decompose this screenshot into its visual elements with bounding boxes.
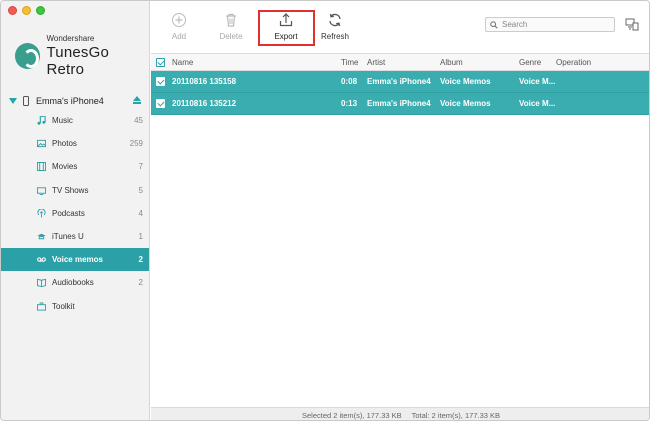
movies-icon xyxy=(37,162,46,172)
app-window: Wondershare TunesGo Retro Emma's iPhone4… xyxy=(0,0,650,421)
refresh-icon xyxy=(313,12,357,28)
device-mode-icon[interactable] xyxy=(625,17,639,31)
device-name: Emma's iPhone4 xyxy=(36,96,104,106)
sidebar-item-label: Voice memos xyxy=(52,255,103,265)
search-box[interactable] xyxy=(485,17,615,32)
table-row[interactable]: 20110816 135158 0:08 Emma's iPhone4 Voic… xyxy=(151,71,649,93)
add-label: Add xyxy=(171,32,187,41)
sidebar-item-label: iTunes U xyxy=(52,232,84,242)
column-header-artist[interactable]: Artist xyxy=(367,54,385,70)
column-header-time[interactable]: Time xyxy=(341,54,358,70)
sidebar-item-label: TV Shows xyxy=(52,185,89,195)
trash-icon xyxy=(209,12,253,28)
sidebar: Wondershare TunesGo Retro Emma's iPhone4… xyxy=(1,1,150,420)
sidebar-item-movies[interactable]: Movies 7 xyxy=(1,155,149,178)
status-total: Total: 2 item(s), 177.33 KB xyxy=(411,410,500,420)
sidebar-item-count: 259 xyxy=(129,139,143,149)
cell-album: Voice Memos xyxy=(440,77,491,86)
cell-time: 0:13 xyxy=(341,99,358,108)
column-header-name[interactable]: Name xyxy=(172,54,193,70)
export-highlight-box xyxy=(258,10,315,46)
zoom-window-button[interactable] xyxy=(36,6,45,15)
refresh-label: Refresh xyxy=(320,32,349,41)
column-header-operation[interactable]: Operation xyxy=(556,54,591,70)
sidebar-item-count: 4 xyxy=(138,208,143,218)
sidebar-nav: Music 45 Photos 259 Movies 7 TV Shows 5 … xyxy=(1,109,149,318)
device-header[interactable]: Emma's iPhone4 xyxy=(9,94,144,108)
sidebar-item-podcasts[interactable]: Podcasts 4 xyxy=(1,202,149,225)
sidebar-item-toolkit[interactable]: Toolkit xyxy=(1,295,149,318)
row-checkbox[interactable] xyxy=(156,99,165,108)
sidebar-item-count: 7 xyxy=(138,162,143,172)
toolbar: Add Delete Export Refresh xyxy=(151,1,649,53)
iphone-icon xyxy=(23,96,29,106)
delete-label: Delete xyxy=(219,32,243,41)
sidebar-item-label: Photos xyxy=(52,139,77,149)
close-window-button[interactable] xyxy=(8,6,17,15)
sidebar-item-label: Music xyxy=(52,116,73,126)
table-row[interactable]: 20110816 135212 0:13 Emma's iPhone4 Voic… xyxy=(151,93,649,115)
expand-triangle-icon[interactable] xyxy=(9,98,17,104)
refresh-button[interactable]: Refresh xyxy=(313,12,357,41)
podcast-icon xyxy=(37,208,46,218)
table-header: Name Time Artist Album Genre Operation xyxy=(151,53,649,71)
status-selected: Selected 2 item(s), 177.33 KB xyxy=(301,410,402,420)
add-icon xyxy=(157,12,201,28)
sidebar-item-music[interactable]: Music 45 xyxy=(1,109,149,132)
sidebar-item-count: 5 xyxy=(138,185,143,195)
sidebar-item-count: 2 xyxy=(138,278,143,288)
brand: Wondershare TunesGo Retro xyxy=(15,34,149,78)
sidebar-item-count: 1 xyxy=(138,232,143,242)
sidebar-item-photos[interactable]: Photos 259 xyxy=(1,132,149,155)
tunesgo-logo-icon xyxy=(15,43,41,69)
sidebar-item-itunes-u[interactable]: iTunes U 1 xyxy=(1,225,149,248)
sidebar-item-voice-memos[interactable]: Voice memos 2 xyxy=(1,248,149,272)
sidebar-item-count: 45 xyxy=(134,116,143,126)
tv-icon xyxy=(37,186,46,195)
search-input[interactable] xyxy=(502,20,612,29)
select-all-checkbox[interactable] xyxy=(156,57,165,67)
photos-icon xyxy=(37,139,46,148)
add-button[interactable]: Add xyxy=(157,12,201,41)
minimize-window-button[interactable] xyxy=(22,6,31,15)
cell-genre: Voice M... xyxy=(519,99,556,108)
cell-album: Voice Memos xyxy=(440,99,491,108)
toolkit-icon xyxy=(37,302,46,311)
cell-artist: Emma's iPhone4 xyxy=(367,77,431,86)
cell-name: 20110816 135158 xyxy=(172,77,237,86)
column-header-genre[interactable]: Genre xyxy=(519,54,541,70)
audiobook-icon xyxy=(37,278,46,288)
sidebar-item-tv-shows[interactable]: TV Shows 5 xyxy=(1,179,149,202)
itunes-u-icon xyxy=(37,232,46,241)
search-icon xyxy=(490,20,498,29)
row-checkbox[interactable] xyxy=(156,77,165,86)
cell-artist: Emma's iPhone4 xyxy=(367,99,431,108)
brand-product: TunesGo Retro xyxy=(46,44,110,78)
cell-time: 0:08 xyxy=(341,77,358,86)
sidebar-item-label: Movies xyxy=(52,162,78,172)
brand-company: Wondershare xyxy=(46,34,95,43)
sidebar-item-label: Podcasts xyxy=(52,208,85,218)
voicememo-icon xyxy=(37,255,46,264)
delete-button[interactable]: Delete xyxy=(209,12,253,41)
sidebar-item-label: Toolkit xyxy=(52,301,75,311)
sidebar-item-count: 2 xyxy=(138,255,143,265)
cell-name: 20110816 135212 xyxy=(172,99,237,108)
file-table: Name Time Artist Album Genre Operation 2… xyxy=(151,53,649,407)
column-header-album[interactable]: Album xyxy=(440,54,463,70)
eject-icon[interactable] xyxy=(133,96,141,105)
cell-genre: Voice M... xyxy=(519,77,556,86)
window-controls xyxy=(8,6,45,15)
sidebar-item-audiobooks[interactable]: Audiobooks 2 xyxy=(1,271,149,294)
status-bar: Selected 2 item(s), 177.33 KB Total: 2 i… xyxy=(151,407,649,420)
music-icon xyxy=(37,116,46,125)
sidebar-item-label: Audiobooks xyxy=(52,278,94,288)
